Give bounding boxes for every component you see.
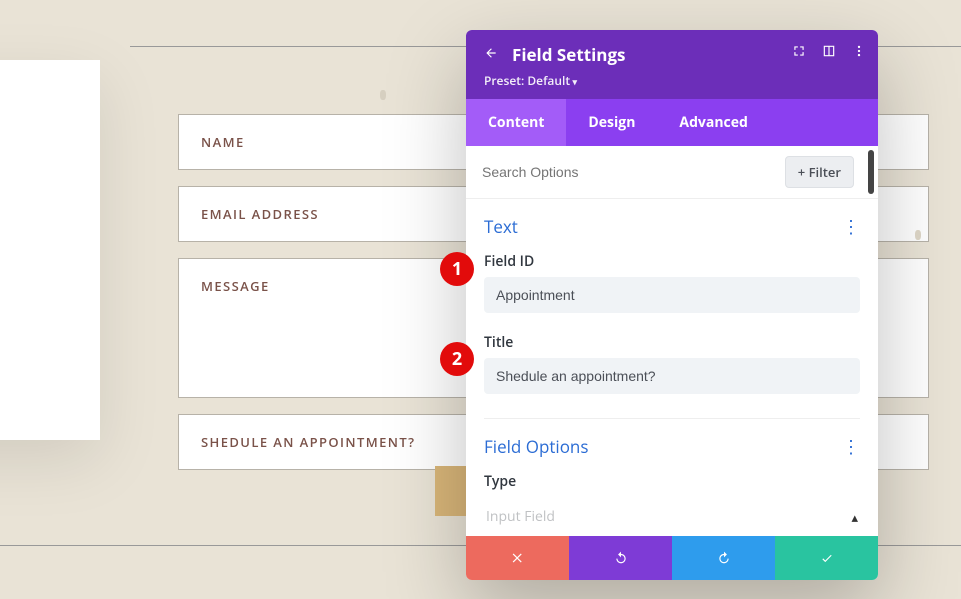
type-value: Input Field <box>486 507 555 526</box>
section-text[interactable]: Text ⋮ <box>484 215 860 238</box>
filter-label: Filter <box>809 163 841 181</box>
section-text-title: Text <box>484 215 518 238</box>
search-input[interactable] <box>478 158 785 186</box>
content-card: ge asse nec. leo. <box>0 60 100 440</box>
tab-design[interactable]: Design <box>566 99 657 146</box>
cancel-button[interactable] <box>466 536 569 580</box>
type-label: Type <box>484 472 860 491</box>
more-icon[interactable] <box>852 44 866 63</box>
panel-body: Text ⋮ Field ID Title Field Options ⋮ Ty… <box>466 199 878 536</box>
tab-advanced[interactable]: Advanced <box>657 99 769 146</box>
section-text-menu-icon[interactable]: ⋮ <box>842 218 860 236</box>
title-label: Title <box>484 333 860 352</box>
field-id-input[interactable] <box>484 277 860 313</box>
search-row: + Filter <box>466 146 878 199</box>
panel-header: Field Settings Preset: Default <box>466 30 878 99</box>
filter-button[interactable]: + Filter <box>785 156 854 188</box>
layout-icon[interactable] <box>822 44 836 63</box>
tab-content[interactable]: Content <box>466 99 566 146</box>
preset-selector[interactable]: Preset: Default <box>484 72 860 89</box>
back-icon[interactable] <box>484 42 498 66</box>
annotation-marker-1: 1 <box>440 252 474 286</box>
section-field-options-menu-icon[interactable]: ⋮ <box>842 438 860 456</box>
page-heading-fragment: ge <box>0 140 76 188</box>
title-input[interactable] <box>484 358 860 394</box>
field-settings-panel: Field Settings Preset: Default Content D… <box>466 30 878 580</box>
panel-title: Field Settings <box>512 43 626 66</box>
section-divider <box>484 418 860 419</box>
section-field-options-title: Field Options <box>484 435 588 458</box>
annotation-marker-2: 2 <box>440 342 474 376</box>
panel-tabs: Content Design Advanced <box>466 99 878 146</box>
type-dropdown[interactable]: Input Field <box>484 497 860 536</box>
section-field-options[interactable]: Field Options ⋮ <box>484 435 860 458</box>
expand-icon[interactable] <box>792 44 806 63</box>
panel-footer <box>466 536 878 580</box>
page-body-line-2: leo. <box>0 392 76 416</box>
undo-button[interactable] <box>569 536 672 580</box>
page-body-line-1: asse nec. <box>0 368 76 392</box>
field-id-label: Field ID <box>484 252 860 271</box>
redo-button[interactable] <box>672 536 775 580</box>
confirm-button[interactable] <box>775 536 878 580</box>
